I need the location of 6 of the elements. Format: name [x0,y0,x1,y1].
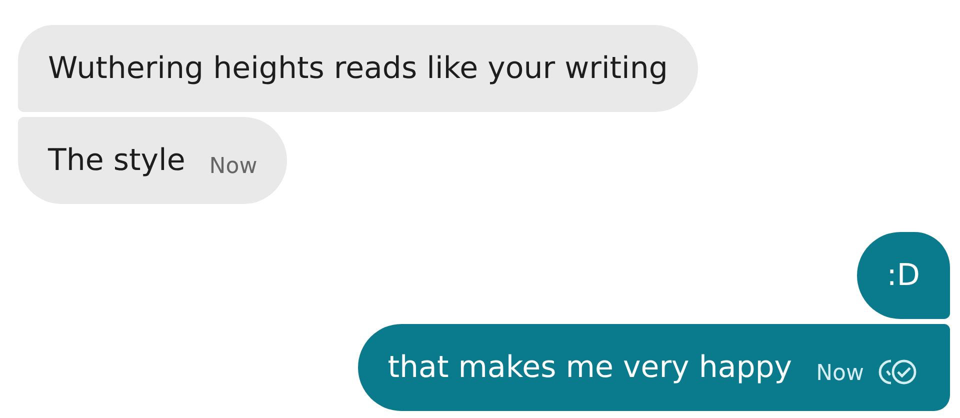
timestamp: Now [816,361,864,386]
message-text: Wuthering heights reads like your writing [48,51,668,86]
message-text: The style [48,143,186,178]
message-text: :D [886,258,920,293]
timestamp: Now [209,154,258,179]
message-text: that makes me very happy [388,350,792,385]
